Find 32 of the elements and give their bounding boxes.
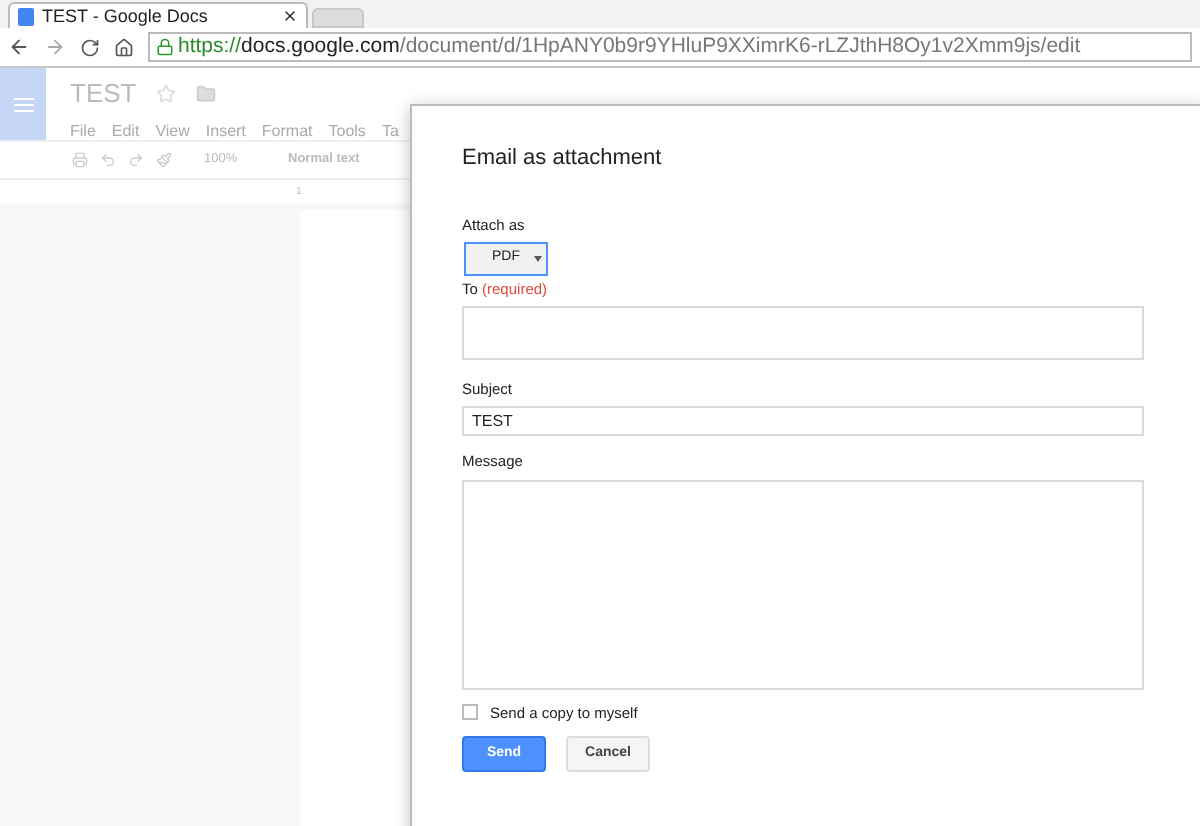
lock-icon (156, 38, 174, 56)
caret-icon (534, 255, 542, 262)
menu-item[interactable]: Format (261, 119, 313, 143)
browser-tab[interactable]: TEST - Google Docs (8, 2, 308, 28)
new-tab-button[interactable] (312, 8, 364, 28)
undo-icon[interactable] (100, 152, 116, 168)
menu-item[interactable]: Insert (205, 119, 246, 143)
forward-icon[interactable] (44, 36, 66, 58)
back-icon[interactable] (8, 36, 30, 58)
dialog-title: Email as attachment (462, 144, 664, 174)
subject-field[interactable]: TEST (462, 406, 1144, 437)
message-field[interactable] (462, 479, 1144, 689)
docs-menu-icon[interactable] (0, 68, 46, 140)
url-text: https://docs.google.com/document/d/1HpANY0b9r9YHluP9XXimrK6-rLZJthH8Oy1v2Xmm9js/edit (178, 34, 1081, 60)
reload-icon[interactable] (80, 37, 100, 57)
close-icon[interactable] (282, 8, 298, 24)
star-icon[interactable] (156, 83, 177, 104)
menu-item[interactable]: Ta (381, 119, 399, 143)
menu-item[interactable]: Tools (328, 119, 366, 143)
to-field[interactable] (462, 306, 1144, 360)
print-icon[interactable] (72, 152, 88, 168)
folder-icon[interactable] (196, 83, 217, 104)
document-title[interactable]: TEST (70, 74, 137, 113)
address-bar[interactable]: https://docs.google.com/document/d/1HpANY0b9r9YHluP9XXimrK6-rLZJthH8Oy1v2Xmm9js/edit (148, 32, 1192, 62)
home-icon[interactable] (114, 37, 134, 57)
paint-format-icon[interactable] (156, 152, 172, 168)
tab-title: TEST - Google Docs (42, 7, 210, 25)
menu-item[interactable]: Edit (111, 119, 140, 143)
redo-icon[interactable] (128, 152, 144, 168)
menu-item[interactable]: File (70, 119, 96, 143)
checkbox[interactable] (462, 704, 478, 721)
menu-item[interactable]: View (155, 119, 190, 143)
